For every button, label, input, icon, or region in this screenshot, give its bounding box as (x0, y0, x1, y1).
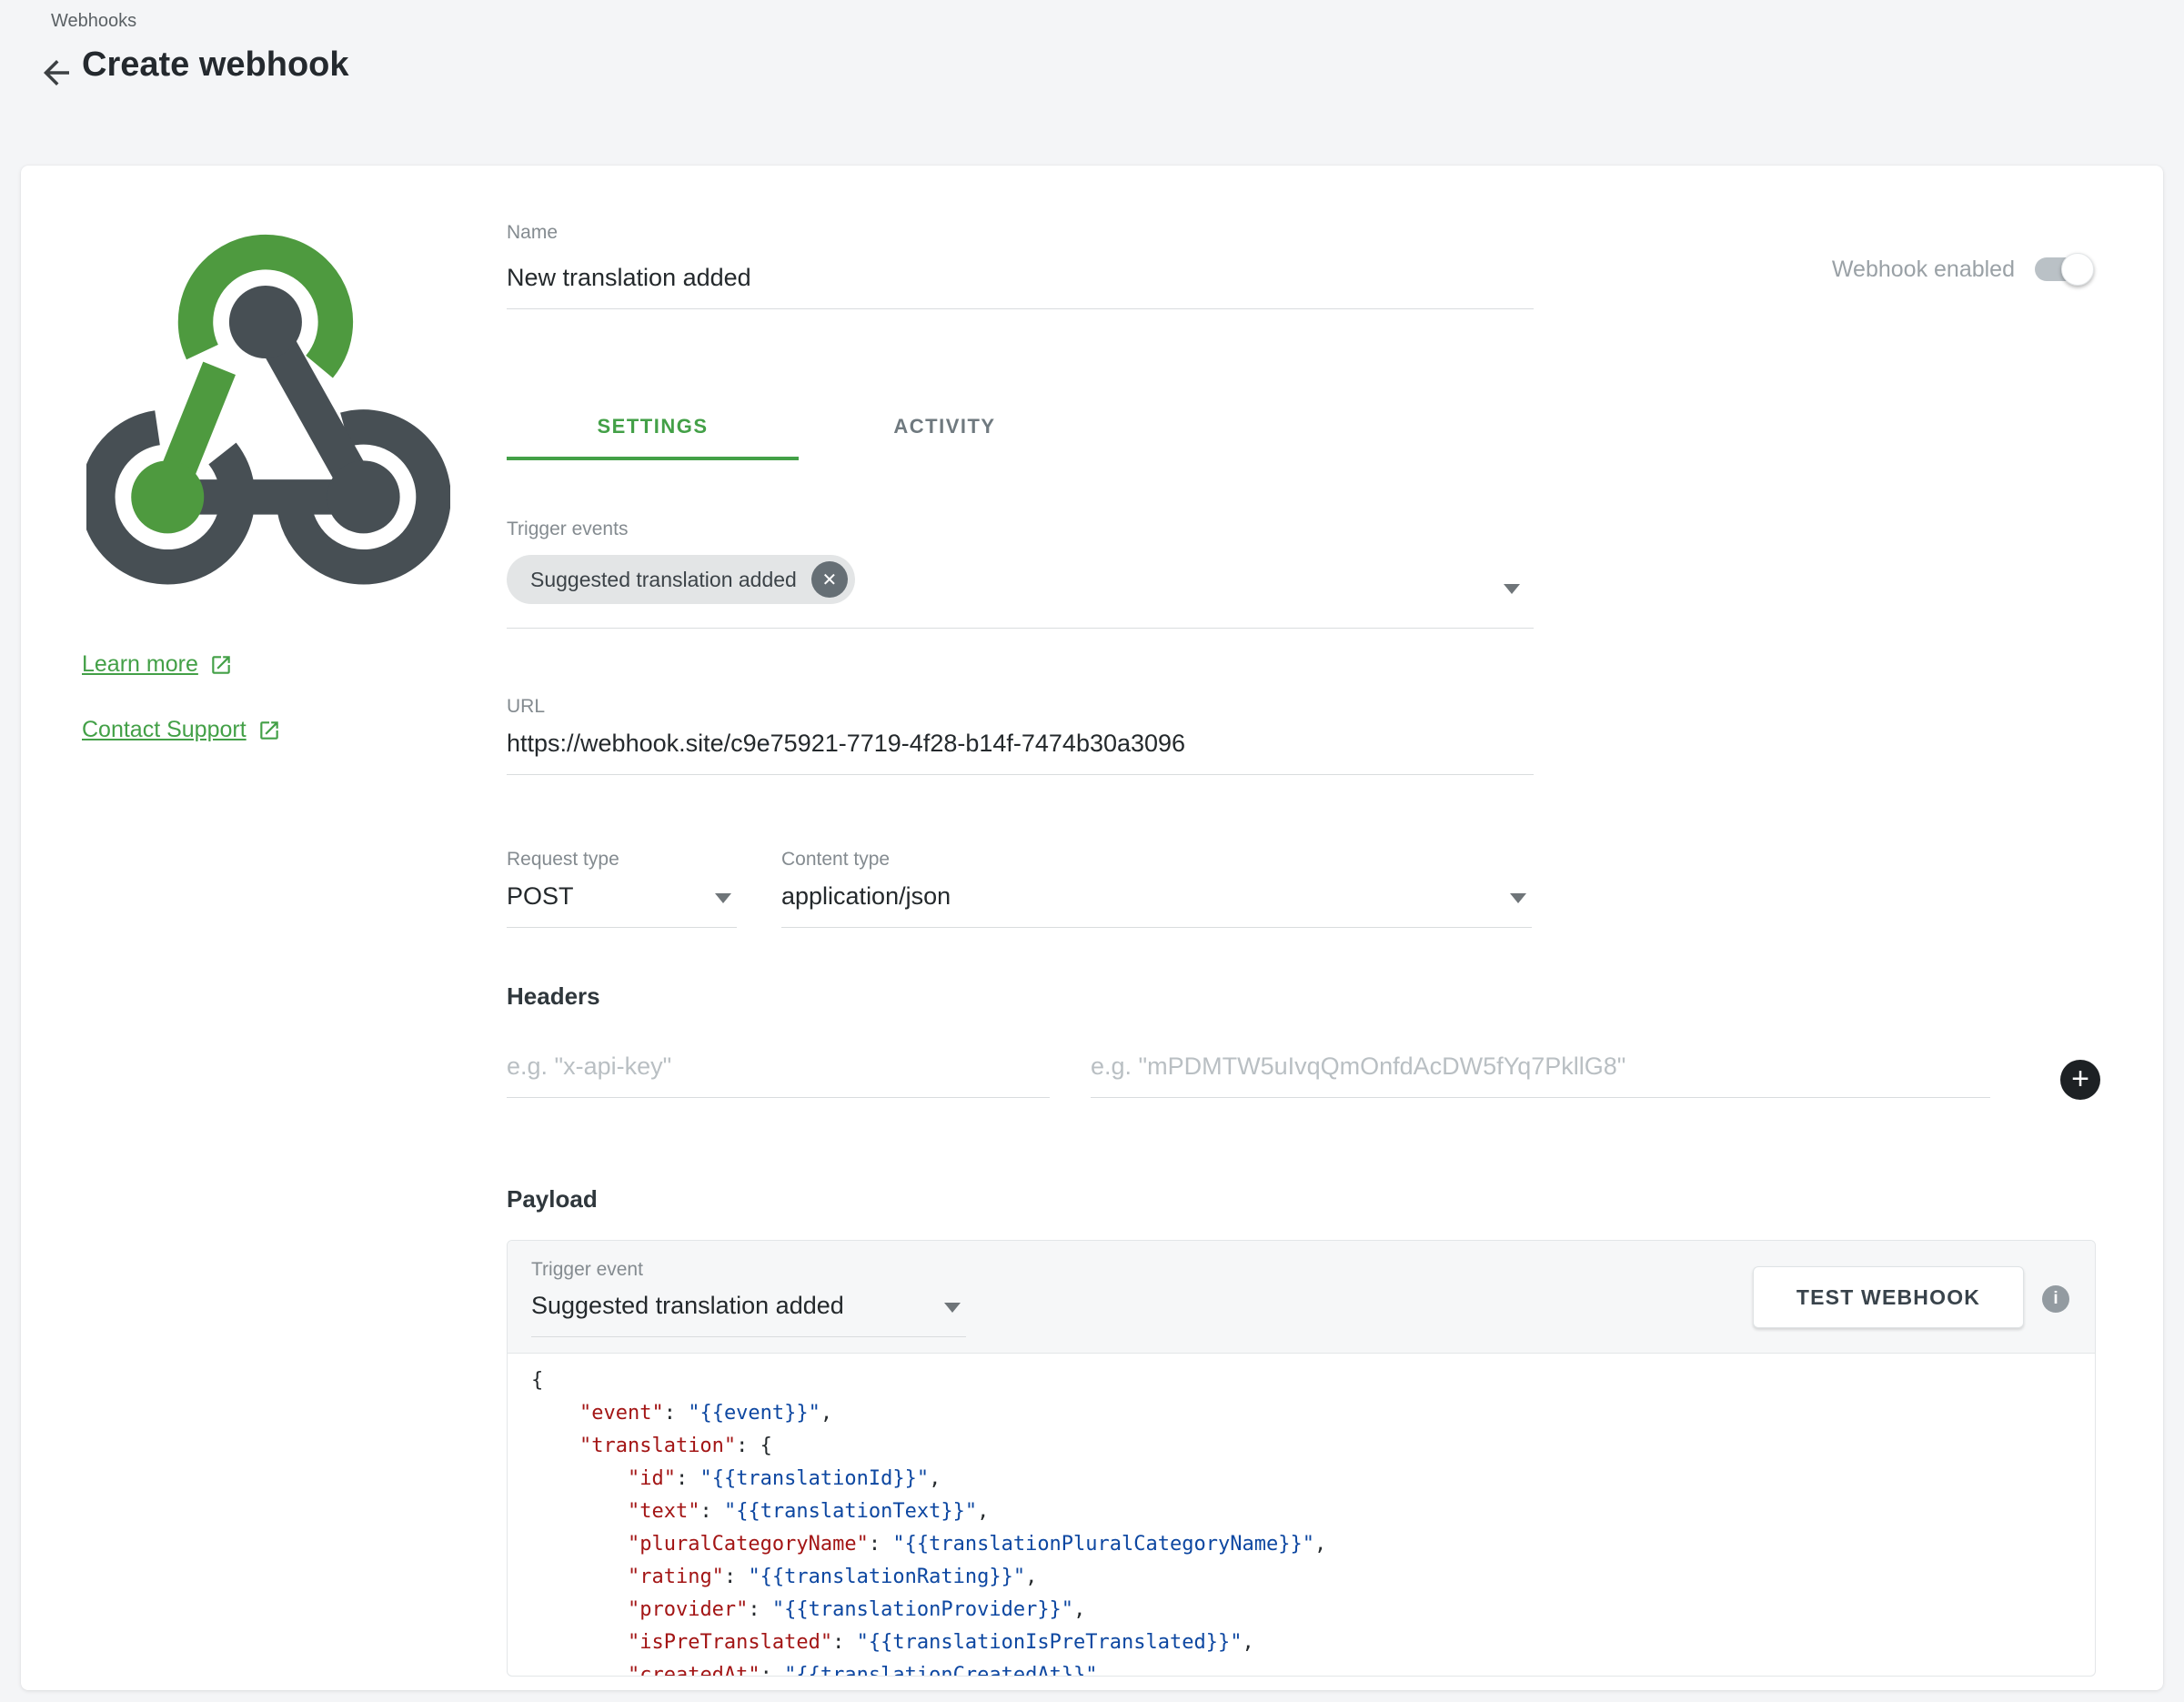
webhook-enabled-label: Webhook enabled (1832, 257, 2015, 283)
chip-remove-icon[interactable]: ✕ (811, 561, 848, 598)
contact-support-link[interactable]: Contact Support (82, 717, 281, 743)
test-webhook-button[interactable]: TEST WEBHOOK (1753, 1266, 2024, 1328)
learn-more-label: Learn more (82, 651, 198, 678)
payload-panel: Trigger event Suggested translation adde… (507, 1240, 2096, 1677)
info-icon[interactable]: i (2042, 1285, 2069, 1313)
page-title: Create webhook (82, 45, 349, 85)
chevron-down-icon (944, 1303, 961, 1313)
trigger-event-value: Suggested translation added (531, 1292, 844, 1319)
toggle-knob (2061, 253, 2094, 286)
chip-label: Suggested translation added (530, 568, 797, 592)
content-type-value: application/json (781, 882, 951, 910)
create-webhook-card: Learn more Contact Support Name Webhook … (21, 166, 2163, 1690)
headers-section-title: Headers (507, 982, 600, 1011)
trigger-events-label: Trigger events (507, 519, 628, 540)
add-header-button[interactable]: + (2060, 1060, 2100, 1100)
open-in-new-icon (209, 653, 233, 677)
chevron-down-icon (715, 893, 731, 903)
request-type-value: POST (507, 882, 574, 910)
name-input[interactable] (507, 264, 1534, 309)
trigger-event-label: Trigger event (531, 1259, 643, 1281)
request-type-select[interactable]: POST (507, 882, 737, 928)
payload-panel-header: Trigger event Suggested translation adde… (508, 1241, 2095, 1354)
trigger-events-dropdown-icon[interactable] (1504, 584, 1520, 594)
trigger-event-select[interactable]: Suggested translation added (531, 1292, 966, 1337)
payload-section-title: Payload (507, 1185, 598, 1214)
webhook-logo (86, 231, 450, 595)
webhook-enabled-row: Webhook enabled (1832, 253, 2091, 286)
url-label: URL (507, 696, 545, 718)
request-type-label: Request type (507, 849, 619, 871)
header-key-input[interactable] (507, 1052, 1050, 1098)
open-in-new-icon (257, 719, 281, 742)
active-tab-indicator (507, 457, 799, 460)
tab-activity[interactable]: ACTIVITY (799, 393, 1091, 460)
trigger-event-chip[interactable]: Suggested translation added ✕ (507, 555, 855, 604)
payload-code[interactable]: { "event": "{{event}}", "translation": {… (508, 1354, 2095, 1677)
url-input[interactable] (507, 730, 1534, 775)
name-label: Name (507, 222, 558, 244)
breadcrumb[interactable]: Webhooks (51, 11, 136, 32)
webhook-logo-icon (86, 231, 450, 592)
tab-settings[interactable]: SETTINGS (507, 393, 799, 460)
back-button[interactable] (35, 51, 78, 95)
contact-support-label: Contact Support (82, 717, 247, 743)
header-value-input[interactable] (1091, 1052, 1990, 1098)
content-type-label: Content type (781, 849, 890, 871)
learn-more-link[interactable]: Learn more (82, 651, 233, 678)
chevron-down-icon (1510, 893, 1526, 903)
arrow-left-icon (37, 54, 75, 92)
webhook-enabled-toggle[interactable] (2035, 257, 2091, 281)
content-type-select[interactable]: application/json (781, 882, 1532, 928)
trigger-events-underline (507, 628, 1534, 629)
